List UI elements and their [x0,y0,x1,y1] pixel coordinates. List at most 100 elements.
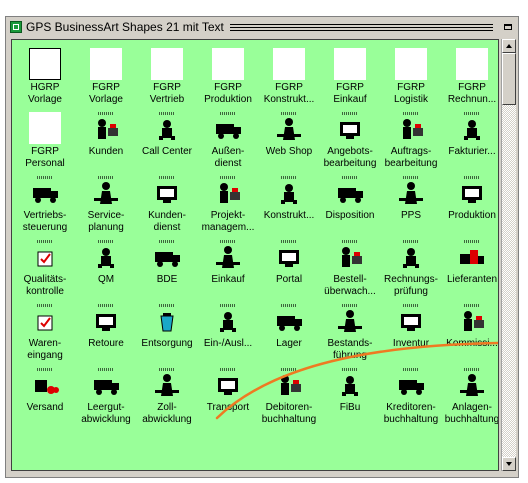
shape-item[interactable]: Leergut-abwicklung [75,362,137,426]
shape-label-line1: Vertriebs- [23,210,67,221]
shape-item[interactable]: Call Center [136,106,198,170]
shape-label-line2: abwicklung [142,414,192,425]
shape-item[interactable]: Produktion [441,170,498,234]
shape-label-line1: Kunden- [148,210,186,221]
shape-item[interactable]: Kommissi... [439,298,498,362]
shape-item[interactable]: Kunden [75,106,137,170]
shape-item[interactable]: Qualitäts-kontrolle [14,234,76,298]
shape-label: Kommissi... [439,338,498,350]
invoicing-icon [456,112,488,144]
shape-item[interactable]: Fakturier... [441,106,498,170]
shape-item[interactable]: FGRP Konstrukt... [258,42,320,106]
shape-item[interactable]: Inventur [380,298,442,362]
shape-label-line2: dienst [214,158,242,169]
scroll-thumb[interactable] [502,53,516,105]
drag-grip[interactable] [229,23,493,31]
blank-template-icon [334,48,366,80]
shape-label-line1: Kommissi... [446,338,498,349]
shape-label: FGRP Konstrukt... [256,82,322,106]
shape-item[interactable]: Ein-/Ausl... [197,298,259,362]
shape-item[interactable]: Waren-eingang [14,298,76,362]
portal-icon [273,240,305,272]
project-management-icon [212,176,244,208]
shape-label-line1: Disposition [325,210,375,221]
shape-item[interactable]: BDE [136,234,198,298]
shape-label-line2: buchhaltung [444,414,499,425]
shape-label-line2: bearbeitung [323,158,377,169]
minimize-button[interactable] [501,20,515,34]
vertical-scrollbar[interactable] [501,39,516,471]
shape-item[interactable]: Disposition [319,170,381,234]
shape-item[interactable]: Web Shop [258,106,320,170]
shape-item[interactable]: PPS [380,170,442,234]
shape-label-line1: FGRP [214,82,242,93]
stencil-icon [10,21,22,33]
shape-item[interactable]: Kreditoren-buchhaltung [380,362,442,426]
scroll-up-button[interactable] [502,39,516,53]
shape-item[interactable]: FGRP Vertrieb [136,42,198,106]
shape-label: FiBu [317,402,383,414]
shape-item[interactable]: FGRP Vorlage [75,42,137,106]
shape-label-line1: Anlagen- [451,402,493,413]
shape-label-line1: Service- [87,210,125,221]
shape-label-line2: bearbeitung [384,158,438,169]
shape-label-line2: dienst [153,222,181,233]
shape-item[interactable]: Entsorgung [136,298,198,362]
shape-label-line1: FGRP [92,82,120,93]
shape-item[interactable]: Anlagen-buchhaltung [439,362,499,426]
scroll-down-button[interactable] [502,457,516,471]
shape-item[interactable]: Bestell-überwach... [319,234,381,298]
blank-template-icon [212,48,244,80]
shape-item[interactable]: FGRP Logistik [380,42,442,106]
shape-item[interactable]: Debitoren-buchhaltung [258,362,320,426]
shape-item[interactable]: Außen-dienst [197,106,259,170]
customs-icon [151,368,183,400]
shape-item[interactable]: FGRP Personal [14,106,76,170]
shape-label-line2: prüfung [394,286,428,297]
shape-item[interactable]: Versand [14,362,76,426]
quote-processing-icon [334,112,366,144]
shape-label-line2: überwach... [324,286,376,297]
shape-label: Debitoren-buchhaltung [256,402,322,426]
shape-item[interactable]: FGRP Rechnun... [441,42,498,106]
shape-item[interactable]: Projekt-managem... [197,170,259,234]
blank-template-icon [395,48,427,80]
shape-label-line1: FGRP [275,82,303,93]
shape-item[interactable]: Rechnungs-prüfung [380,234,442,298]
shape-item[interactable]: FGRP Einkauf [319,42,381,106]
shape-item[interactable]: FiBu [319,362,381,426]
shape-item[interactable]: Transport [197,362,259,426]
shape-item[interactable]: Einkauf [197,234,259,298]
shape-item[interactable]: Portal [258,234,320,298]
shape-item[interactable]: Lieferanten [441,234,498,298]
shape-item[interactable]: Angebots-bearbeitung [319,106,381,170]
shape-item[interactable]: FGRP Produktion [197,42,259,106]
shape-item[interactable]: Service-planung [75,170,137,234]
shape-item[interactable]: Lager [258,298,320,362]
shape-item[interactable]: Retoure [75,298,137,362]
shape-label-line1: Einkauf [211,274,245,285]
shape-item[interactable]: Auftrags-bearbeitung [380,106,442,170]
shape-item[interactable]: Kunden-dienst [136,170,198,234]
window-title: GPS BusinessArt Shapes 21 mit Text [26,20,224,34]
shape-item[interactable]: Bestands-führung [319,298,381,362]
shape-label: Kreditoren-buchhaltung [378,402,444,426]
shape-item[interactable]: HGRP Vorlage [14,42,76,106]
shape-label: FGRP Produktion [195,82,261,106]
shape-label: Qualitäts-kontrolle [12,274,78,298]
inventory-management-icon [334,304,366,336]
scroll-track[interactable] [502,105,516,457]
shape-item[interactable]: QM [75,234,137,298]
shape-label-line1: Lager [276,338,302,349]
shape-label-line2: führung [333,350,367,361]
shape-item[interactable]: Zoll-abwicklung [136,362,198,426]
shape-item[interactable]: Konstrukt... [258,170,320,234]
shape-label: Anlagen-buchhaltung [439,402,499,426]
shape-item[interactable]: Vertriebs-steuerung [14,170,76,234]
shape-label: Bestands-führung [317,338,383,362]
title-bar[interactable]: GPS BusinessArt Shapes 21 mit Text [7,18,517,36]
shape-label-line1: Debitoren- [265,402,313,413]
shape-label-line2: Produktion [204,94,252,105]
shipping-icon [29,368,61,400]
purchasing-icon [212,240,244,272]
